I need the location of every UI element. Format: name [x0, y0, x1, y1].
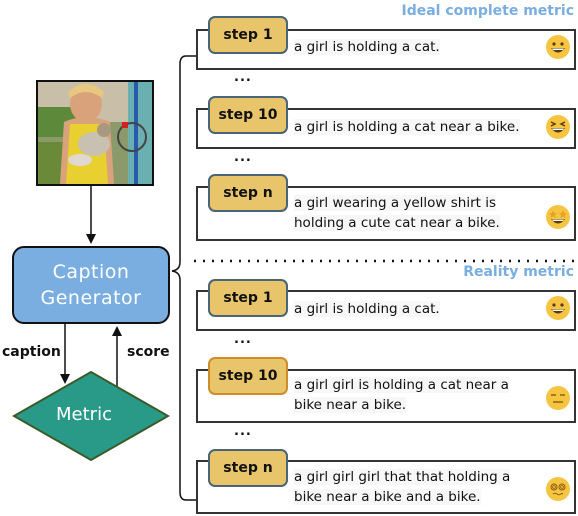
reality-ellipsis-1: ... — [234, 332, 252, 347]
ideal-stepn-caption: a girl wearing a yellow shirt is holding … — [294, 195, 500, 231]
generator-label-line1: Caption — [52, 261, 130, 283]
ideal-section-title: Ideal complete metric — [401, 3, 574, 19]
expressionless-face-icon — [546, 386, 570, 410]
reality-step1-badge: step 1 — [208, 279, 288, 317]
caption-generator-box: Caption Generator — [12, 246, 170, 324]
reality-stepn-caption: a girl girl girl that that holding a bike… — [294, 469, 511, 505]
star-struck-icon — [546, 205, 570, 229]
ideal-ellipsis-1: ... — [234, 70, 252, 85]
squinting-face-icon — [546, 115, 570, 139]
ideal-step10-badge: step 10 — [208, 96, 288, 134]
ideal-ellipsis-2: ... — [234, 150, 252, 165]
score-label: score — [127, 344, 170, 360]
reality-step10-caption: a girl girl is holding a cat near a bike … — [294, 377, 509, 413]
reality-stepn-badge: step n — [208, 449, 288, 487]
caption-label: caption — [2, 344, 61, 360]
reality-ellipsis-2: ... — [234, 424, 252, 439]
reality-step10-badge: step 10 — [208, 357, 288, 395]
dizzy-face-icon — [546, 477, 570, 501]
grinning-face-icon — [546, 35, 570, 59]
ideal-step1-caption: a girl is holding a cat. — [294, 39, 440, 55]
grinning-face-icon — [546, 296, 570, 320]
metric-label: Metric — [56, 404, 112, 425]
ideal-stepn-badge: step n — [208, 174, 288, 212]
curly-brace — [171, 55, 196, 501]
reality-section-title: Reality metric — [463, 264, 574, 280]
generator-label-line2: Generator — [40, 287, 142, 309]
reality-step1-caption: a girl is holding a cat. — [294, 301, 440, 317]
ideal-step10-caption: a girl is holding a cat near a bike. — [294, 119, 520, 135]
ideal-step1-badge: step 1 — [208, 16, 288, 54]
